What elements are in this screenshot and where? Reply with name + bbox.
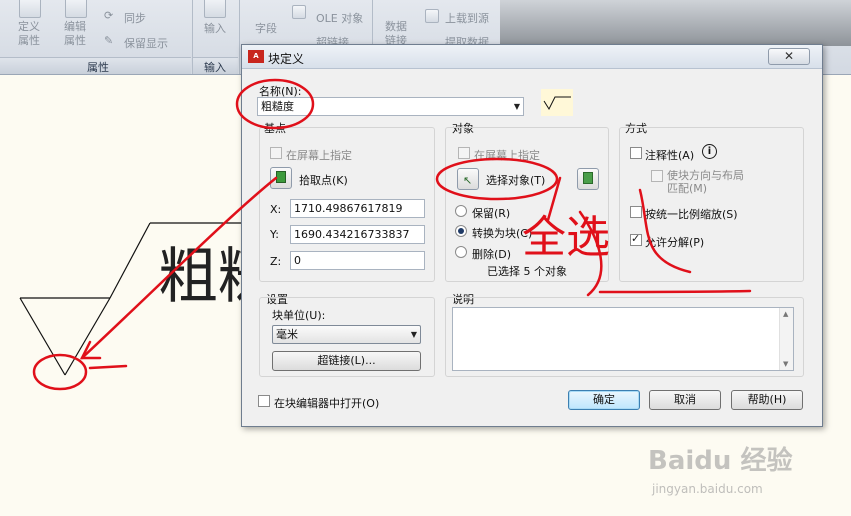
allow-explode-label: 允许分解(P): [645, 236, 705, 249]
basepoint-on-screen-checkbox[interactable]: [270, 147, 282, 159]
block-unit-select[interactable]: 毫米 ▼: [272, 325, 421, 344]
keep-display-button[interactable]: 保留显示: [124, 35, 168, 51]
help-button[interactable]: 帮助(H): [731, 390, 803, 410]
cancel-button[interactable]: 取消: [649, 390, 721, 410]
name-value: 粗糙度: [261, 100, 294, 113]
roughness-symbol-icon: [543, 96, 571, 111]
selected-count: 已选择 5 个对象: [487, 265, 567, 278]
attribute-panel-label: 属性: [87, 61, 109, 74]
edit-attribute-button[interactable]: 编辑 属性: [64, 20, 86, 48]
cursor-arrow-icon: ↖: [463, 174, 473, 187]
close-button[interactable]: ✕: [768, 48, 810, 65]
scale-uniformly-label: 按统一比例缩放(S): [645, 208, 738, 221]
quick-select-icon: [583, 172, 593, 184]
sync-icon[interactable]: ⟳: [104, 9, 113, 22]
info-icon[interactable]: i: [702, 144, 717, 159]
chevron-down-icon[interactable]: ▼: [411, 326, 417, 343]
input-panel-label: 输入: [204, 61, 226, 74]
match-orientation-label: 使块方向与布局 匹配(M): [667, 169, 744, 195]
allow-explode-checkbox[interactable]: [630, 232, 642, 246]
dialog-title: 块定义: [268, 52, 305, 66]
input-icon[interactable]: [204, 0, 226, 18]
edit-attribute-icon[interactable]: [65, 0, 87, 18]
keep-display-icon[interactable]: ✎: [104, 34, 113, 47]
scale-uniformly-checkbox[interactable]: [630, 206, 642, 218]
y-label: Y:: [270, 228, 279, 241]
name-combobox[interactable]: 粗糙度 ▼: [257, 97, 524, 116]
chevron-down-icon[interactable]: ▼: [514, 98, 520, 115]
hyperlink-button[interactable]: 超链接(L)...: [272, 351, 421, 371]
objects-on-screen-label: 在屏幕上指定: [474, 149, 540, 162]
dialog-titlebar[interactable]: A 块定义 ✕: [242, 45, 822, 69]
field-button[interactable]: 字段: [255, 20, 277, 36]
quick-select-button[interactable]: [577, 168, 599, 190]
basepoint-on-screen-label: 在屏幕上指定: [286, 149, 352, 162]
block-unit-label: 块单位(U):: [272, 309, 326, 322]
z-label: Z:: [270, 255, 282, 268]
upload-to-source-button[interactable]: 上载到源: [445, 10, 489, 26]
input-button[interactable]: 输入: [204, 20, 226, 36]
pick-point-label: 拾取点(K): [299, 174, 348, 187]
pick-point-icon: [276, 171, 286, 183]
match-orientation-checkbox[interactable]: [651, 170, 663, 182]
baidu-watermark-url: jingyan.baidu.com: [652, 482, 763, 496]
delete-radio[interactable]: [455, 246, 467, 258]
y-field[interactable]: 1690.434216733837: [290, 225, 425, 244]
x-label: X:: [270, 203, 282, 216]
ok-button[interactable]: 确定: [568, 390, 640, 410]
open-in-editor-checkbox[interactable]: [258, 395, 270, 407]
ole-icon[interactable]: [292, 5, 306, 19]
ribbon-dark-area: [500, 0, 851, 46]
block-preview: [541, 89, 573, 116]
block-definition-dialog: A 块定义 ✕ 名称(N): 粗糙度 ▼ 基点 在屏幕上指定 拾取点(K) X:…: [241, 44, 823, 427]
description-textarea[interactable]: ▲ ▼: [452, 307, 794, 371]
baidu-watermark: Baidu 经验: [648, 446, 793, 476]
pick-point-button[interactable]: [270, 167, 292, 189]
retain-radio[interactable]: [455, 205, 467, 217]
scroll-up-icon[interactable]: ▲: [783, 310, 788, 318]
z-field[interactable]: 0: [290, 251, 425, 270]
convert-to-block-radio[interactable]: [455, 225, 467, 237]
define-attribute-icon[interactable]: [19, 0, 41, 18]
objects-on-screen-checkbox[interactable]: [458, 147, 470, 159]
description-scrollbar[interactable]: ▲ ▼: [779, 308, 793, 370]
annotative-checkbox[interactable]: [630, 147, 642, 159]
open-in-editor-label: 在块编辑器中打开(O): [274, 397, 380, 410]
retain-label: 保留(R): [472, 207, 511, 220]
select-objects-button[interactable]: ↖: [457, 168, 479, 190]
define-attribute-button[interactable]: 定义 属性: [18, 20, 40, 48]
annotative-label: 注释性(A): [645, 149, 695, 162]
sync-button[interactable]: 同步: [124, 10, 146, 26]
x-field[interactable]: 1710.49867617819: [290, 199, 425, 218]
ole-object-button[interactable]: OLE 对象: [316, 10, 363, 26]
delete-label: 删除(D): [472, 248, 512, 261]
select-objects-label: 选择对象(T): [486, 174, 546, 187]
upload-icon[interactable]: [425, 9, 439, 23]
ribbon-separator: [239, 0, 240, 74]
block-unit-value: 毫米: [276, 328, 298, 341]
scroll-down-icon[interactable]: ▼: [783, 360, 788, 368]
autocad-logo-icon: A: [248, 50, 264, 63]
convert-to-block-label: 转换为块(C): [472, 227, 533, 240]
